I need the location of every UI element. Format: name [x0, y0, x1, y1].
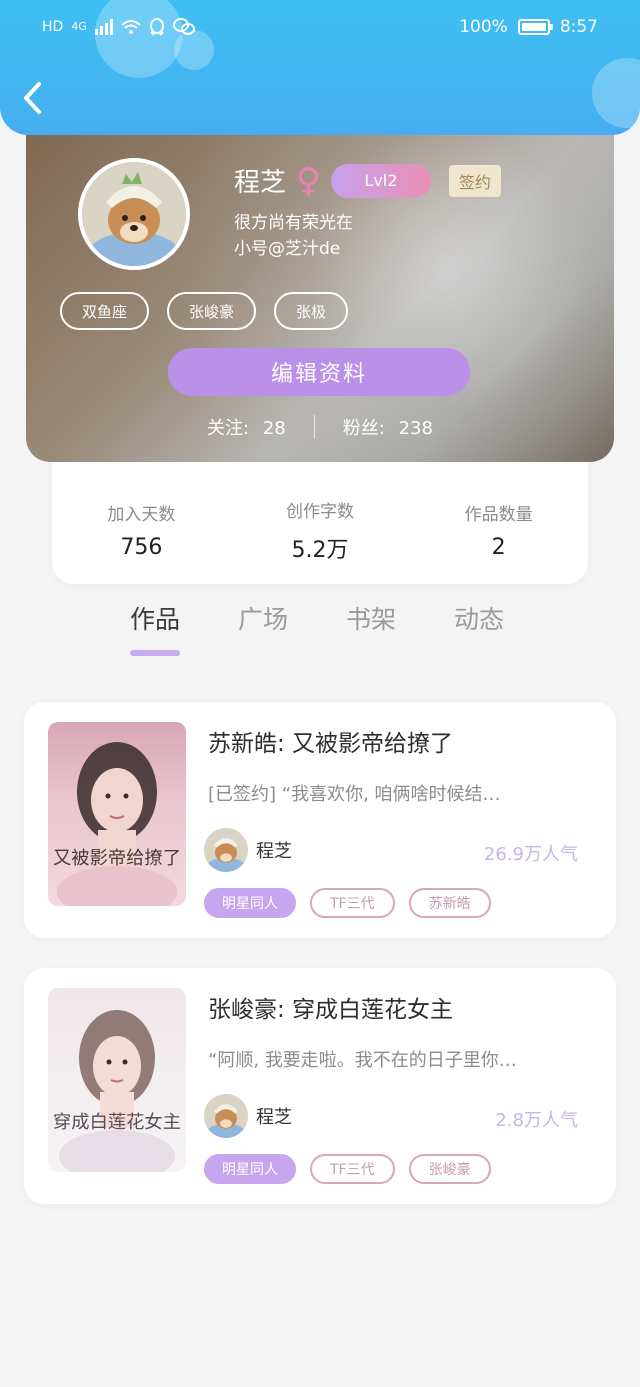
- shiba-avatar-image: [82, 162, 186, 266]
- chevron-left-icon: [24, 82, 41, 114]
- profile-tag[interactable]: 张极: [274, 292, 349, 330]
- edit-profile-button[interactable]: 编辑资料: [168, 348, 470, 396]
- fans-link[interactable]: 粉丝: 238: [343, 414, 433, 440]
- popularity: 2.8万人气: [495, 1110, 578, 1131]
- work-title[interactable]: 苏新皓: 又被影帝给撩了: [208, 724, 453, 758]
- stat-label: 加入天数: [107, 505, 176, 525]
- popularity: 26.9万人气: [483, 844, 578, 865]
- work-tags: 明星同人 TF三代 苏新皓: [204, 888, 491, 918]
- divider: [313, 415, 315, 439]
- qq-icon: [149, 18, 164, 36]
- profile-tag[interactable]: 双鱼座: [60, 292, 150, 330]
- cover-title-text: 又被影帝给撩了: [53, 848, 181, 869]
- clock: 8:57: [559, 17, 598, 37]
- status-left: HD 4G: [42, 12, 195, 42]
- battery-percent: 100%: [459, 17, 508, 37]
- fans-label: 粉丝:: [342, 418, 385, 439]
- bio-line: 很方尚有荣光在: [234, 213, 353, 233]
- cover-portrait-image: 又被影帝给撩了: [53, 742, 181, 906]
- tab-activity[interactable]: 动态: [454, 600, 504, 656]
- stat-word-count: 创作字数 5.2万: [240, 497, 400, 564]
- battery-icon: [517, 19, 553, 35]
- battery-fill: [521, 23, 546, 31]
- tab-bookshelf[interactable]: 书架: [346, 600, 396, 656]
- following-count: 28: [262, 418, 286, 439]
- book-cover[interactable]: 穿成白莲花女主: [48, 988, 186, 1172]
- work-title[interactable]: 张峻豪: 穿成白莲花女主: [208, 990, 453, 1024]
- signed-badge: 签约: [448, 164, 501, 197]
- author-name: 程芝: [256, 1107, 292, 1128]
- signal-bars-icon: [94, 19, 113, 35]
- stat-value: 756: [120, 535, 163, 560]
- tab-works[interactable]: 作品: [130, 600, 181, 656]
- name-row: 程芝 ♀ Lvl2 签约: [234, 162, 501, 199]
- book-cover[interactable]: 又被影帝给撩了: [48, 722, 186, 906]
- author-avatar: [204, 828, 248, 872]
- level-badge: Lvl2: [330, 163, 431, 198]
- shiba-avatar-image: [204, 828, 248, 872]
- profile-tags: 双鱼座 张峻豪 张极: [60, 292, 349, 330]
- author-name: 程芝: [256, 841, 292, 862]
- back-button[interactable]: [20, 80, 56, 124]
- work-description: “阿顺, 我要走啦。我不在的日子里你…: [208, 1050, 517, 1071]
- author-row[interactable]: 程芝: [204, 1094, 292, 1138]
- stat-label: 创作字数: [285, 501, 354, 522]
- cover-portrait-image: 穿成白莲花女主: [53, 1010, 181, 1172]
- work-tag[interactable]: TF三代: [310, 1154, 395, 1184]
- stat-label: 作品数量: [464, 505, 533, 525]
- cover-title-text: 穿成白莲花女主: [53, 1112, 181, 1133]
- stat-works-count: 作品数量 2: [419, 500, 579, 560]
- gender-female-icon: ♀: [296, 160, 321, 201]
- author-avatar: [204, 1094, 248, 1138]
- stat-join-days: 加入天数 756: [61, 500, 221, 560]
- bio-line: 小号@芝汁de: [234, 239, 341, 259]
- author-row[interactable]: 程芝: [204, 828, 292, 872]
- tab-square[interactable]: 广场: [238, 600, 288, 656]
- wechat-icon: [172, 18, 195, 35]
- work-tag[interactable]: TF三代: [310, 888, 395, 918]
- fans-count: 238: [398, 418, 433, 439]
- work-card[interactable]: 又被影帝给撩了 苏新皓: 又被影帝给撩了 [已签约] “我喜欢你, 咱俩啥时候结…: [24, 702, 616, 938]
- wifi-icon: [121, 20, 141, 34]
- following-link[interactable]: 关注: 28: [207, 414, 286, 440]
- signal-4g-icon: 4G: [71, 20, 87, 33]
- work-card[interactable]: 穿成白莲花女主 张峻豪: 穿成白莲花女主 “阿顺, 我要走啦。我不在的日子里你……: [24, 968, 616, 1204]
- status-bar: HD 4G 100% 8:57: [0, 12, 640, 42]
- hd-icon: HD: [42, 19, 64, 35]
- work-tag[interactable]: 张峻豪: [408, 1154, 491, 1184]
- follow-stats: 关注: 28 粉丝: 238: [26, 414, 614, 440]
- shiba-avatar-image: [204, 1094, 248, 1138]
- avatar[interactable]: [78, 158, 190, 270]
- stat-value: 2: [491, 535, 506, 560]
- profile-tag[interactable]: 张峻豪: [167, 292, 257, 330]
- work-description: [已签约] “我喜欢你, 咱俩啥时候结…: [208, 784, 501, 805]
- work-tag[interactable]: 明星同人: [204, 888, 296, 918]
- work-tag[interactable]: 苏新皓: [408, 888, 491, 918]
- stat-value: 5.2万: [291, 537, 349, 563]
- username: 程芝: [234, 168, 287, 198]
- app-header: HD 4G 100% 8:57: [0, 0, 640, 135]
- decor-bubble: [592, 58, 640, 128]
- work-tags: 明星同人 TF三代 张峻豪: [204, 1154, 491, 1184]
- tab-bar: 作品 广场 书架 动态: [130, 600, 504, 656]
- stats-card: 加入天数 756 创作字数 5.2万 作品数量 2: [52, 450, 588, 584]
- work-tag[interactable]: 明星同人: [204, 1154, 296, 1184]
- bio: 很方尚有荣光在 小号@芝汁de: [234, 210, 353, 262]
- following-label: 关注:: [207, 418, 250, 439]
- status-right: 100% 8:57: [459, 12, 598, 42]
- profile-card: 程芝 ♀ Lvl2 签约 很方尚有荣光在 小号@芝汁de 双鱼座 张峻豪 张极 …: [26, 110, 614, 462]
